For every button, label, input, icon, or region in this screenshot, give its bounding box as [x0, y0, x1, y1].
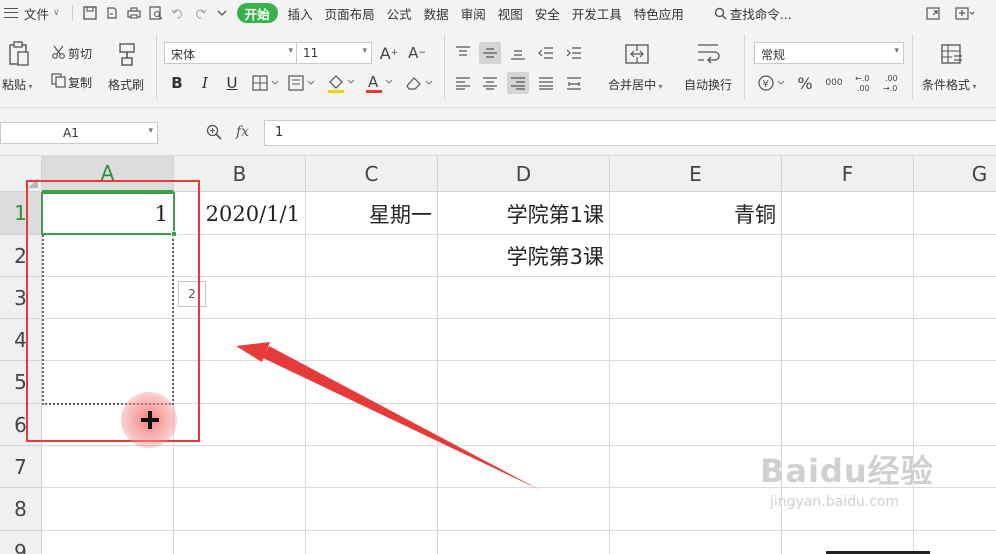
print-icon[interactable] [123, 2, 145, 24]
merge-center-button[interactable]: 合并居中 ▾ [608, 76, 663, 93]
align-right-icon[interactable] [507, 72, 529, 94]
divider [912, 34, 913, 100]
svg-text:.00: .00 [885, 74, 898, 83]
increase-decimal-icon[interactable]: ←.0.00 [852, 70, 876, 96]
align-left-icon[interactable] [452, 72, 474, 94]
tab-developer[interactable]: 开发工具 [566, 0, 628, 26]
cell-style-icon[interactable] [286, 72, 318, 94]
format-painter-button[interactable]: 格式刷 [108, 76, 144, 93]
divider [444, 34, 445, 100]
command-search-label: 查找命令... [729, 6, 792, 22]
distributed-align-icon[interactable] [563, 72, 585, 94]
align-top-icon[interactable] [452, 42, 474, 64]
increase-indent-icon[interactable] [563, 42, 585, 64]
font-size-value: 11 [303, 46, 319, 60]
paste-icon[interactable] [6, 40, 32, 68]
customize-qa-icon[interactable] [211, 2, 233, 24]
tab-view[interactable]: 视图 [492, 0, 529, 26]
wrap-text-icon[interactable] [694, 40, 722, 68]
copy-button[interactable]: 复制 [68, 74, 92, 91]
thousands-separator-button[interactable]: 000 [822, 70, 846, 96]
currency-icon[interactable]: ¥ [756, 72, 788, 94]
menu-bar: 文件 ∨ 开始 插入 页面布局 公式 数据 审阅 视图 安全 开发工具 特色应用… [0, 0, 996, 26]
copy-icon[interactable] [50, 72, 66, 88]
svg-text:.00: .00 [857, 84, 870, 93]
chevron-down-icon: ▾ [288, 46, 293, 56]
paste-button[interactable]: 粘贴 ▾ [2, 76, 33, 93]
font-name-select[interactable]: 宋体 ▾ [164, 42, 298, 64]
cut-button[interactable]: 剪切 [68, 45, 92, 62]
tab-home[interactable]: 开始 [236, 3, 278, 23]
hamburger-icon [4, 8, 18, 18]
fx-label[interactable]: fx [236, 124, 249, 140]
align-center-icon[interactable] [479, 72, 501, 94]
search-icon [714, 7, 727, 20]
chevron-down-icon: ▾ [148, 126, 153, 136]
save-icon[interactable] [79, 2, 101, 24]
decrease-decimal-icon[interactable]: .00 →.0 [880, 70, 904, 96]
font-size-select[interactable]: 11 ▾ [296, 42, 372, 64]
export-icon[interactable] [101, 2, 123, 24]
svg-text:¥: ¥ [763, 79, 769, 90]
file-menu-label: 文件 [24, 6, 50, 22]
tab-data[interactable]: 数据 [418, 0, 455, 26]
svg-text:→.0: →.0 [883, 84, 897, 93]
clear-format-icon[interactable] [402, 72, 436, 94]
divider [744, 34, 745, 100]
name-box-value: A1 [63, 126, 79, 140]
align-bottom-icon[interactable] [507, 42, 529, 64]
chevron-down-icon: ▾ [894, 46, 899, 56]
fill-color-icon[interactable] [324, 70, 358, 96]
watermark-logo: Baidu经验 [760, 452, 934, 490]
redo-icon[interactable] [189, 2, 211, 24]
undo-icon[interactable] [167, 2, 189, 24]
tab-formulas[interactable]: 公式 [381, 0, 418, 26]
underline-button[interactable]: U [221, 72, 243, 94]
italic-button[interactable]: I [194, 72, 216, 94]
increase-font-icon[interactable]: A + [378, 42, 400, 64]
command-search[interactable]: 查找命令... [708, 0, 798, 26]
name-box[interactable]: A1 ▾ [0, 122, 158, 144]
borders-icon[interactable] [250, 72, 282, 94]
chevron-down-icon: ∨ [53, 8, 60, 18]
wrap-text-button[interactable]: 自动换行 [684, 76, 732, 93]
decrease-font-icon[interactable]: A − [406, 42, 428, 64]
conditional-format-icon[interactable] [938, 40, 966, 68]
tab-review[interactable]: 审阅 [455, 0, 492, 26]
ribbon-toolbar: 粘贴 ▾ 剪切 复制 格式刷 宋体 ▾ 11 ▾ A+ A− B I U A [0, 26, 996, 108]
formula-input[interactable]: 1 [264, 120, 996, 146]
justify-icon[interactable] [535, 72, 557, 94]
align-middle-icon[interactable] [479, 42, 501, 64]
watermark-url: jingyan.baidu.com [770, 494, 900, 510]
divider [156, 34, 157, 100]
svg-text:A: A [368, 73, 379, 91]
crosshair-cursor-icon [141, 411, 159, 429]
share-icon[interactable] [922, 2, 944, 24]
font-color-icon[interactable]: A [362, 70, 396, 96]
font-name-value: 宋体 [171, 48, 196, 62]
tab-special-apps[interactable]: 特色应用 [628, 0, 690, 26]
number-format-value: 常规 [761, 48, 786, 62]
number-format-select[interactable]: 常规 ▾ [754, 42, 904, 64]
decrease-indent-icon[interactable] [535, 42, 557, 64]
bold-button[interactable]: B [166, 72, 188, 94]
more-options-icon[interactable] [954, 2, 976, 24]
chevron-down-icon: ▾ [362, 46, 367, 56]
tab-page-layout[interactable]: 页面布局 [319, 0, 381, 26]
tab-security[interactable]: 安全 [529, 0, 566, 26]
tab-insert[interactable]: 插入 [282, 0, 319, 26]
print-preview-icon[interactable] [145, 2, 167, 24]
conditional-format-button[interactable]: 条件格式 ▾ [922, 76, 977, 93]
zoom-icon[interactable] [206, 124, 222, 143]
format-painter-icon[interactable] [114, 40, 140, 68]
watermark: Baidu经验 jingyan.baidu.com [760, 446, 934, 510]
percent-button[interactable]: % [794, 70, 816, 96]
svg-text:←.0: ←.0 [855, 74, 869, 83]
merge-center-icon[interactable] [623, 40, 651, 68]
spreadsheet-grid: A B C D E F G 1 2 3 4 5 6 7 8 9 1 2020/1… [0, 156, 996, 554]
file-menu[interactable]: 文件 ∨ [0, 0, 66, 26]
formula-bar: A1 ▾ fx 1 [0, 108, 996, 156]
scissors-icon[interactable] [50, 44, 66, 60]
divider [71, 5, 73, 21]
